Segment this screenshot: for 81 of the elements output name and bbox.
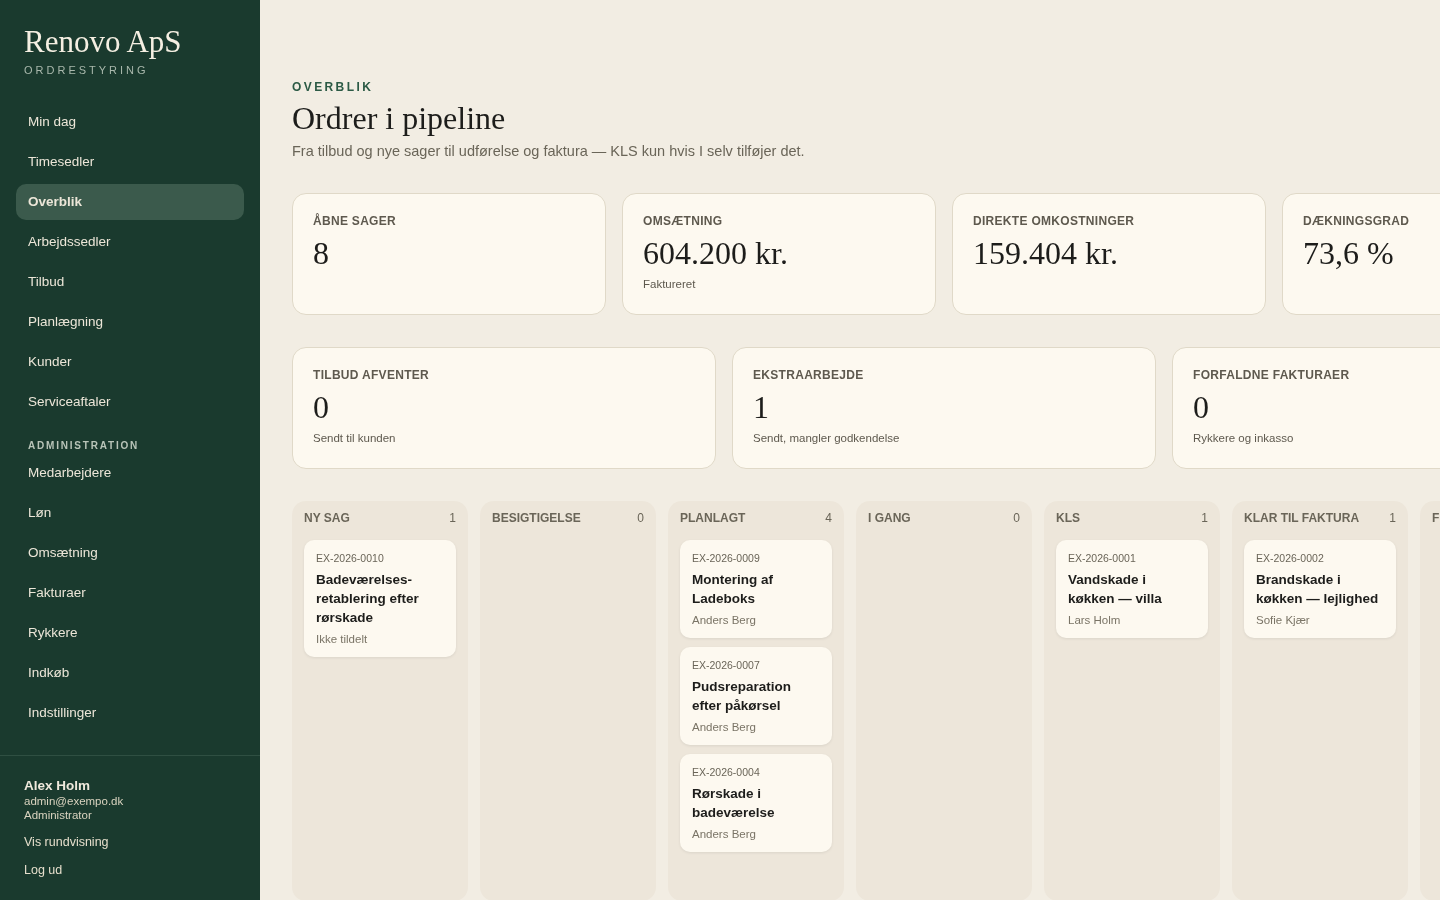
kpi-value: 1 bbox=[753, 388, 770, 427]
sidebar-link[interactable]: Log ud bbox=[24, 862, 236, 877]
nav-item[interactable]: Fakturaer bbox=[16, 574, 244, 611]
column-count: 4 bbox=[825, 511, 832, 525]
kpi-label: ÅBNE SAGER bbox=[313, 214, 397, 228]
order-number: EX-2026-0009 bbox=[692, 552, 761, 564]
kpi-label: DÆKNINGSGRAD bbox=[1303, 214, 1411, 228]
order-card[interactable]: EX-2026-0001 Vandskade i køkken — villa Lars Holm bbox=[1056, 540, 1208, 638]
column-count: 0 bbox=[637, 511, 644, 525]
kpi-label: OMSÆTNING bbox=[643, 214, 724, 228]
kpi-value: 0 bbox=[1193, 388, 1210, 427]
order-number: EX-2026-0010 bbox=[316, 552, 385, 564]
column-count: 1 bbox=[449, 511, 456, 525]
order-assignee: Anders Berg bbox=[692, 614, 757, 626]
kpi-label: TILBUD AFVENTER bbox=[313, 368, 431, 382]
column-title: PLANLAGT bbox=[680, 511, 746, 525]
column-count: 1 bbox=[1389, 511, 1396, 525]
order-assignee: Ikke tildelt bbox=[316, 633, 369, 645]
user-name: Alex Holm bbox=[24, 777, 92, 793]
page-subtitle: Fra tilbud og nye sager til udførelse og faktura — KLS kun hvis I selv tilføjer det. bbox=[292, 143, 806, 159]
order-title: Pudsreparation efter påkørsel bbox=[692, 678, 793, 715]
nav-item[interactable]: Serviceaftaler bbox=[16, 383, 244, 420]
nav-item[interactable]: Tilbud bbox=[16, 263, 244, 300]
order-title: Badeværelses-retablering efter rørskade bbox=[316, 571, 420, 627]
nav-item[interactable]: Kunder bbox=[16, 343, 244, 380]
kpi-note: Sendt, mangler godkendelse bbox=[753, 432, 901, 445]
section-heading: ADMINISTRATION bbox=[27, 438, 141, 453]
kpi-value: 604.200 kr. bbox=[643, 234, 789, 273]
order-title: Montering af Ladeboks bbox=[692, 571, 774, 608]
page-eyebrow: OVERBLIK bbox=[292, 80, 375, 94]
page-title: Ordrer i pipeline bbox=[292, 100, 507, 137]
kpi-note: Faktureret bbox=[643, 278, 697, 291]
order-number: EX-2026-0007 bbox=[692, 659, 761, 671]
column-title: KLS bbox=[1056, 511, 1080, 525]
order-assignee: Lars Holm bbox=[1068, 614, 1122, 626]
order-card[interactable]: EX-2026-0010 Badeværelses-retablering efter rørskade Ikke tildelt bbox=[304, 540, 456, 657]
column-count: 0 bbox=[1013, 511, 1020, 525]
sidebar-link[interactable]: Vis rundvisning bbox=[24, 834, 236, 849]
order-assignee: Anders Berg bbox=[692, 721, 757, 733]
user-email: admin@exempo.dk bbox=[24, 794, 125, 807]
brand-name: Renovo ApS bbox=[24, 24, 183, 60]
nav-item[interactable]: Omsætning bbox=[16, 534, 244, 571]
kpi-note: Sendt til kunden bbox=[313, 432, 397, 445]
nav-item[interactable]: Planlægning bbox=[16, 303, 244, 340]
brand-subtitle: ORDRESTYRING bbox=[24, 63, 150, 76]
order-card[interactable]: EX-2026-0007 Pudsreparation efter påkørsel Anders Berg bbox=[680, 647, 832, 745]
order-title: Rørskade i badeværelse bbox=[692, 785, 776, 822]
kpi-value: 73,6 % bbox=[1303, 234, 1395, 273]
nav-item[interactable]: Løn bbox=[16, 494, 244, 531]
kpi-label: EKSTRAARBEJDE bbox=[753, 368, 865, 382]
column-title: BESIGTIGELSE bbox=[492, 511, 581, 525]
column-title: NY SAG bbox=[304, 511, 350, 525]
kpi-label: FORFALDNE FAKTURAER bbox=[1193, 368, 1351, 382]
order-card[interactable]: EX-2026-0002 Brandskade i køkken — lejlighed Sofie Kjær bbox=[1244, 540, 1396, 638]
nav-item[interactable]: Min dag bbox=[16, 103, 244, 140]
nav-item[interactable]: Indstillinger bbox=[16, 694, 244, 731]
order-card[interactable]: EX-2026-0009 Montering af Ladeboks Anders Berg bbox=[680, 540, 832, 638]
nav-item[interactable]: Rykkere bbox=[16, 614, 244, 651]
column-title: KLAR TIL FAKTURA bbox=[1244, 511, 1360, 525]
kpi-note: Rykkere og inkasso bbox=[1193, 432, 1295, 445]
kpi-value: 0 bbox=[313, 388, 330, 427]
order-number: EX-2026-0002 bbox=[1256, 552, 1325, 564]
kpi-label: DIREKTE OMKOSTNINGER bbox=[973, 214, 1136, 228]
order-title: Brandskade i køkken — lejlighed bbox=[1256, 571, 1380, 608]
kpi-value: 8 bbox=[313, 234, 330, 273]
order-assignee: Sofie Kjær bbox=[1256, 614, 1311, 626]
order-title: Vandskade i køkken — villa bbox=[1068, 571, 1163, 608]
nav-item[interactable]: Timesedler bbox=[16, 143, 244, 180]
order-number: EX-2026-0004 bbox=[692, 766, 761, 778]
order-card[interactable]: EX-2026-0004 Rørskade i badeværelse Anders Berg bbox=[680, 754, 832, 852]
nav-item[interactable]: Medarbejdere bbox=[16, 454, 244, 491]
column-title: F bbox=[1432, 511, 1440, 525]
user-role: Administrator bbox=[24, 808, 93, 821]
order-number: EX-2026-0001 bbox=[1068, 552, 1137, 564]
nav-item[interactable]: Arbejdssedler bbox=[16, 223, 244, 260]
nav-item[interactable]: Overblik bbox=[16, 183, 244, 220]
nav-item[interactable]: Indkøb bbox=[16, 654, 244, 691]
column-title: I GANG bbox=[868, 511, 911, 525]
order-assignee: Anders Berg bbox=[692, 828, 757, 840]
column-count: 1 bbox=[1201, 511, 1208, 525]
kpi-value: 159.404 kr. bbox=[973, 234, 1119, 273]
